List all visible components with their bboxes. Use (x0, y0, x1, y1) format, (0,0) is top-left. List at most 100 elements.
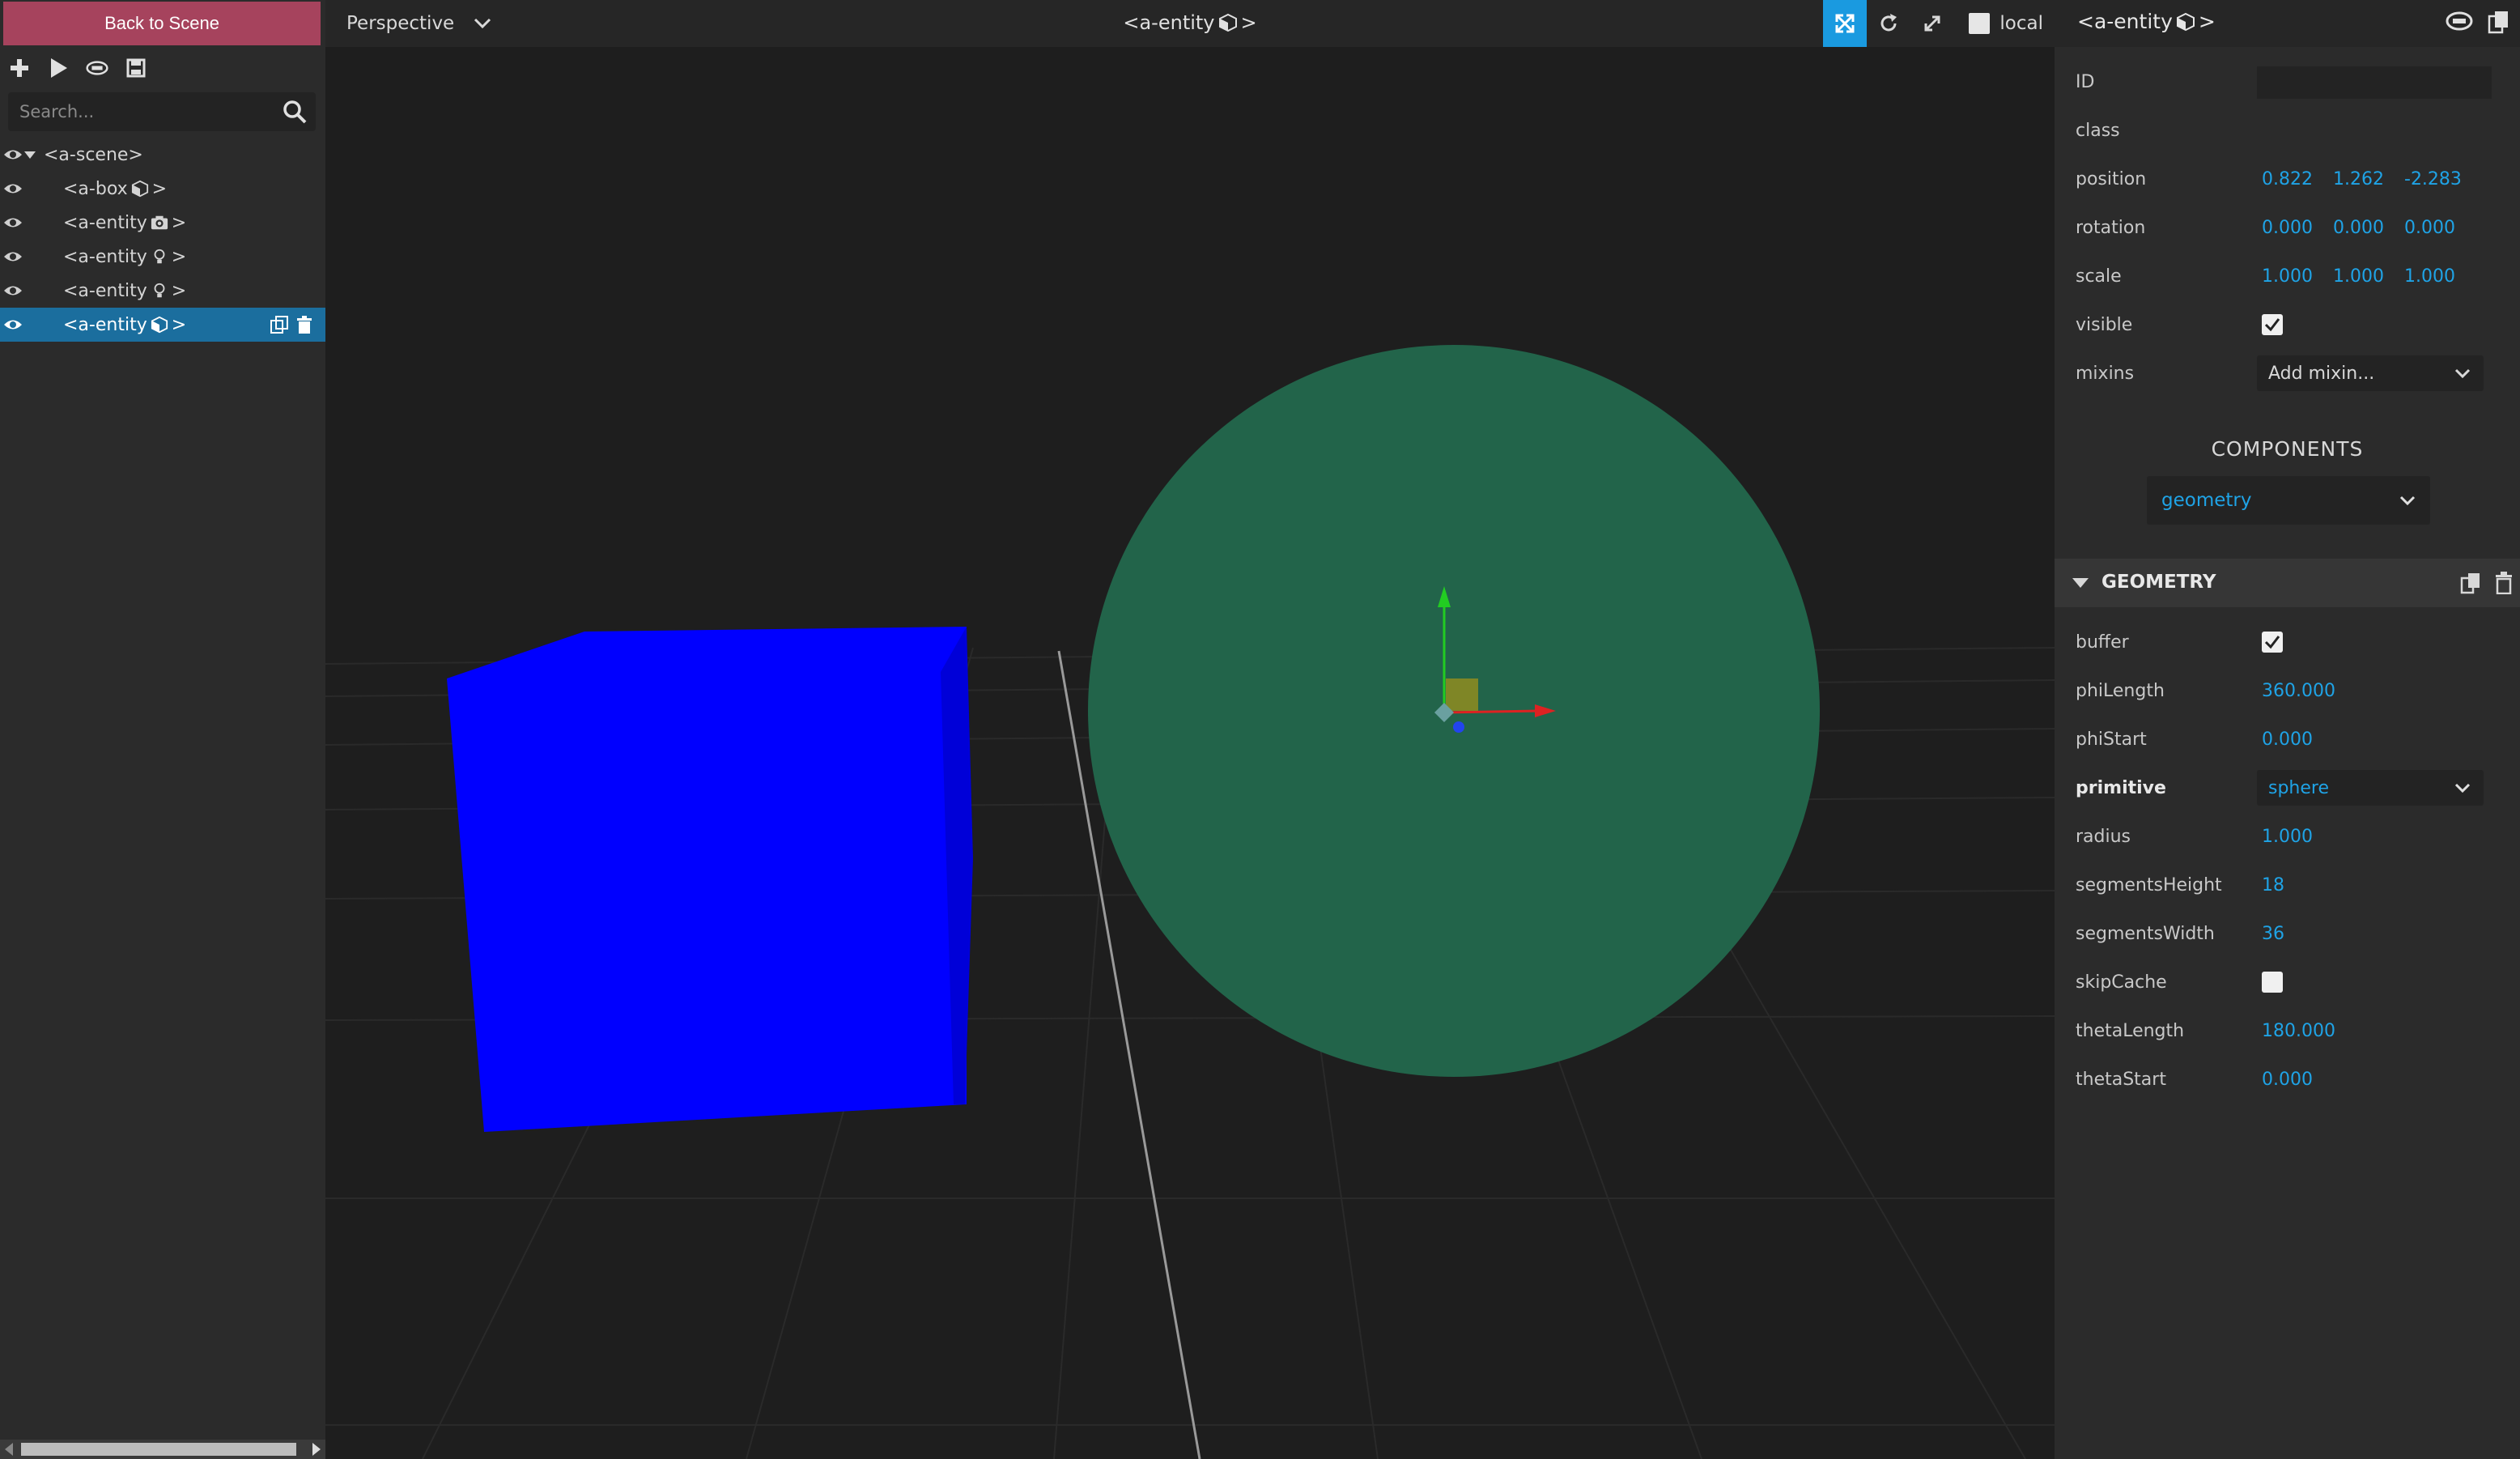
eye-icon[interactable] (3, 283, 23, 298)
scene-tree: <a-scene> <a-box > <a-entity > <a-entity… (0, 138, 325, 342)
prop-label-segmentsheight: segmentsHeight (2076, 874, 2222, 895)
segmentswidth-input[interactable]: 36 (2262, 924, 2284, 944)
expand-icon (1924, 15, 1940, 32)
tree-label-group: <a-box > (63, 179, 167, 199)
rotation-x-input[interactable]: 0.000 (2262, 218, 2333, 238)
inspector-header: <a-entity > (2055, 0, 2520, 47)
scroll-right-icon[interactable] (312, 1443, 321, 1456)
mixins-select-value: Add mixin... (2268, 363, 2375, 384)
tree-row-scene[interactable]: <a-scene> (0, 138, 325, 172)
prop-row-thetalength: thetaLength 180.000 (2055, 1010, 2520, 1051)
chevron-down-icon (2454, 368, 2471, 379)
rotate-tool-button[interactable] (1867, 0, 1910, 47)
position-x-input[interactable]: 0.822 (2262, 169, 2333, 189)
eye-icon[interactable] (3, 181, 23, 196)
prop-label-scale: scale (2076, 266, 2122, 287)
rotation-y-input[interactable]: 0.000 (2333, 218, 2404, 238)
cube-icon (1218, 13, 1237, 32)
trash-icon[interactable] (2494, 572, 2514, 594)
position-z-input[interactable]: -2.283 (2404, 169, 2475, 189)
search-input[interactable] (19, 99, 270, 125)
position-y-input[interactable]: 1.262 (2333, 169, 2404, 189)
tree-row-selected-entity[interactable]: <a-entity > (0, 308, 325, 342)
local-toggle[interactable]: local (1969, 13, 2043, 34)
tree-row-light-entity[interactable]: <a-entity > (0, 274, 325, 308)
entity-title-close: > (2198, 10, 2216, 33)
chevron-down-icon (2399, 496, 2416, 506)
export-gltf-button[interactable] (86, 57, 108, 79)
segmentsheight-input[interactable]: 18 (2262, 875, 2284, 895)
prop-row-philength: phiLength 360.000 (2055, 670, 2520, 711)
position-vector: 0.822 1.262 -2.283 (2262, 169, 2475, 189)
prop-label-segmentswidth: segmentsWidth (2076, 923, 2215, 944)
prop-label-skipcache: skipCache (2076, 972, 2167, 993)
primitive-select[interactable]: sphere (2257, 770, 2484, 806)
skipcache-checkbox[interactable] (2262, 972, 2283, 993)
viewport-title: <a-entity > (325, 11, 2055, 34)
tree-row-box[interactable]: <a-box > (0, 172, 325, 206)
mixins-select[interactable]: Add mixin... (2257, 355, 2484, 391)
tree-label: <a-box (63, 178, 128, 199)
philength-input[interactable]: 360.000 (2262, 681, 2335, 701)
tree-label: <a-entity (63, 280, 147, 301)
back-to-scene-button[interactable]: Back to Scene (3, 2, 321, 45)
prop-row-segmentswidth: segmentsWidth 36 (2055, 913, 2520, 954)
expand-caret-icon[interactable] (24, 151, 36, 159)
visible-checkbox[interactable] (2262, 314, 2283, 335)
local-label: local (1999, 13, 2043, 34)
radius-input[interactable]: 1.000 (2262, 827, 2313, 847)
eye-icon[interactable] (3, 147, 23, 162)
save-icon (126, 58, 146, 78)
save-button[interactable] (125, 57, 147, 79)
local-checkbox[interactable] (1969, 13, 1991, 34)
play-icon (51, 58, 67, 78)
trash-icon[interactable] (296, 316, 312, 334)
collapse-caret-icon[interactable] (2072, 578, 2089, 588)
tree-label-group: <a-entity > (63, 247, 186, 267)
scene-canvas[interactable] (325, 0, 2055, 1459)
phistart-input[interactable]: 0.000 (2262, 730, 2313, 750)
id-input[interactable] (2257, 66, 2492, 99)
scale-y-input[interactable]: 1.000 (2333, 266, 2404, 287)
thetalength-input[interactable]: 180.000 (2262, 1021, 2335, 1041)
scale-tool-button[interactable] (1910, 0, 1954, 47)
prop-row-position: position 0.822 1.262 -2.283 (2055, 159, 2520, 199)
rotation-z-input[interactable]: 0.000 (2404, 218, 2475, 238)
scrollbar-thumb[interactable] (21, 1443, 296, 1456)
horizontal-scrollbar[interactable] (0, 1440, 325, 1459)
prop-row-scale: scale 1.000 1.000 1.000 (2055, 256, 2520, 296)
search-icon[interactable] (282, 99, 308, 125)
translate-tool-button[interactable] (1823, 0, 1868, 47)
gltf-export-icon[interactable] (2446, 10, 2473, 32)
prop-label-position: position (2076, 168, 2147, 189)
add-component-select[interactable]: geometry (2147, 476, 2430, 525)
gltf-icon (86, 61, 108, 75)
prop-row-skipcache: skipCache (2055, 962, 2520, 1002)
eye-icon[interactable] (3, 215, 23, 230)
eye-icon[interactable] (3, 317, 23, 332)
scale-vector: 1.000 1.000 1.000 (2262, 266, 2475, 287)
tree-row-light-entity[interactable]: <a-entity > (0, 240, 325, 274)
geometry-section-header[interactable]: GEOMETRY (2055, 559, 2520, 607)
prop-row-thetastart: thetaStart 0.000 (2055, 1059, 2520, 1100)
copy-component-icon[interactable] (2460, 572, 2483, 594)
scene-viewport[interactable] (325, 0, 2055, 1459)
buffer-checkbox[interactable] (2262, 632, 2283, 653)
clone-icon[interactable] (270, 316, 288, 334)
plus-icon (11, 59, 28, 77)
scene-toolbar (8, 52, 147, 84)
tree-row-camera-entity[interactable]: <a-entity > (0, 206, 325, 240)
play-button[interactable] (47, 57, 70, 79)
eye-icon[interactable] (3, 249, 23, 264)
viewport-title-close: > (1240, 11, 1257, 34)
copy-html-icon[interactable] (2488, 10, 2510, 34)
add-entity-button[interactable] (8, 57, 31, 79)
header-actions (2446, 10, 2510, 34)
scale-x-input[interactable]: 1.000 (2262, 266, 2333, 287)
viewport-title-tag: <a-entity (1123, 11, 1215, 34)
transform-tools: local (1823, 0, 2043, 47)
thetastart-input[interactable]: 0.000 (2262, 1070, 2313, 1090)
scale-z-input[interactable]: 1.000 (2404, 266, 2475, 287)
prop-label-philength: phiLength (2076, 680, 2165, 701)
scroll-left-icon[interactable] (5, 1443, 13, 1456)
